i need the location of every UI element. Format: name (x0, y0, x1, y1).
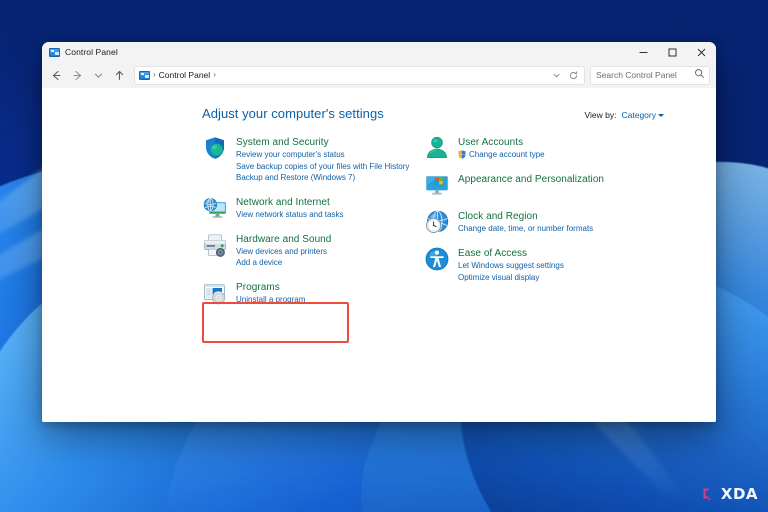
category-link[interactable]: Let Windows suggest settings (458, 260, 564, 272)
category-title[interactable]: Network and Internet (236, 196, 343, 209)
printer-icon (202, 232, 228, 258)
left-category-column: System and Security Review your computer… (202, 135, 424, 317)
breadcrumb-separator-2[interactable]: › (213, 71, 216, 79)
category-body: Programs Uninstall a program (236, 280, 305, 306)
category-body: Hardware and Sound View devices and prin… (236, 232, 331, 269)
category-ease-of-access[interactable]: Ease of Access Let Windows suggest setti… (424, 246, 654, 283)
right-category-column: User Accounts Change account type (424, 135, 654, 317)
category-link[interactable]: Save backup copies of your files with Fi… (236, 161, 409, 173)
breadcrumb-item-control-panel[interactable]: Control Panel (159, 70, 211, 80)
chevron-down-icon (658, 114, 664, 117)
breadcrumb-control-panel-icon (139, 71, 150, 80)
heading-row: Adjust your computer's settings View by:… (42, 106, 716, 121)
address-bar[interactable]: › Control Panel › (134, 66, 585, 85)
ease-of-access-icon (424, 246, 450, 272)
window-title: Control Panel (65, 47, 118, 57)
category-title[interactable]: System and Security (236, 136, 409, 149)
category-link[interactable]: Backup and Restore (Windows 7) (236, 172, 409, 184)
category-link[interactable]: Change account type (458, 149, 545, 161)
appearance-monitor-icon (424, 172, 450, 198)
search-input[interactable] (596, 70, 694, 80)
xda-watermark: XDA (702, 487, 758, 502)
uac-shield-icon (458, 150, 466, 159)
category-columns: System and Security Review your computer… (42, 121, 716, 317)
close-button[interactable] (687, 42, 716, 62)
search-icon (694, 66, 705, 84)
view-by-value[interactable]: Category (622, 110, 665, 120)
control-panel-icon (49, 48, 60, 57)
category-link[interactable]: Review your computer's status (236, 149, 409, 161)
shield-icon (202, 135, 228, 161)
minimize-button[interactable] (629, 42, 658, 62)
titlebar-left: Control Panel (42, 47, 118, 57)
control-panel-content: Adjust your computer's settings View by:… (42, 88, 716, 422)
category-body: Appearance and Personalization (458, 172, 604, 186)
user-account-icon (424, 135, 450, 161)
category-user-accounts[interactable]: User Accounts Change account type (424, 135, 654, 161)
category-link[interactable]: Optimize visual display (458, 272, 564, 284)
category-body: Ease of Access Let Windows suggest setti… (458, 246, 564, 283)
forward-button[interactable] (67, 65, 88, 86)
view-by-label: View by: (585, 110, 617, 120)
control-panel-window: Control Panel › (42, 42, 716, 422)
category-appearance-and-personalization[interactable]: Appearance and Personalization (424, 172, 654, 198)
clock-globe-icon (424, 209, 450, 235)
address-dropdown-button[interactable] (548, 67, 565, 84)
page-title: Adjust your computer's settings (202, 106, 384, 121)
search-box[interactable] (590, 66, 710, 85)
breadcrumb-separator-1: › (153, 71, 156, 79)
category-title[interactable]: Clock and Region (458, 210, 593, 223)
maximize-button[interactable] (658, 42, 687, 62)
navigation-bar: › Control Panel › (42, 62, 716, 88)
window-titlebar[interactable]: Control Panel (42, 42, 716, 62)
category-body: Clock and Region Change date, time, or n… (458, 209, 593, 235)
category-body: Network and Internet View network status… (236, 195, 343, 221)
category-network-and-internet[interactable]: Network and Internet View network status… (202, 195, 424, 221)
category-system-and-security[interactable]: System and Security Review your computer… (202, 135, 424, 184)
category-title[interactable]: Ease of Access (458, 247, 564, 260)
category-title[interactable]: User Accounts (458, 136, 545, 149)
category-link[interactable]: View devices and printers (236, 246, 331, 258)
category-hardware-and-sound[interactable]: Hardware and Sound View devices and prin… (202, 232, 424, 269)
category-link[interactable]: View network status and tasks (236, 209, 343, 221)
programs-disc-icon (202, 280, 228, 306)
category-body: User Accounts Change account type (458, 135, 545, 161)
network-monitor-globe-icon (202, 195, 228, 221)
xda-watermark-text: XDA (721, 487, 758, 502)
up-button[interactable] (109, 65, 130, 86)
category-title[interactable]: Appearance and Personalization (458, 173, 604, 186)
recent-locations-button[interactable] (88, 65, 109, 86)
category-link[interactable]: Add a device (236, 257, 331, 269)
refresh-button[interactable] (565, 67, 582, 84)
category-programs[interactable]: Programs Uninstall a program (202, 280, 424, 306)
window-controls (629, 42, 716, 62)
view-by-value-text: Category (622, 110, 657, 120)
category-title[interactable]: Programs (236, 281, 305, 294)
xda-bracket-logo-icon (702, 487, 717, 502)
category-link[interactable]: Change date, time, or number formats (458, 223, 593, 235)
category-clock-and-region[interactable]: Clock and Region Change date, time, or n… (424, 209, 654, 235)
category-link[interactable]: Uninstall a program (236, 294, 305, 306)
category-body: System and Security Review your computer… (236, 135, 409, 184)
back-button[interactable] (46, 65, 67, 86)
category-link-text: Change account type (469, 149, 545, 161)
view-by-control: View by: Category (585, 106, 664, 120)
category-title[interactable]: Hardware and Sound (236, 233, 331, 246)
